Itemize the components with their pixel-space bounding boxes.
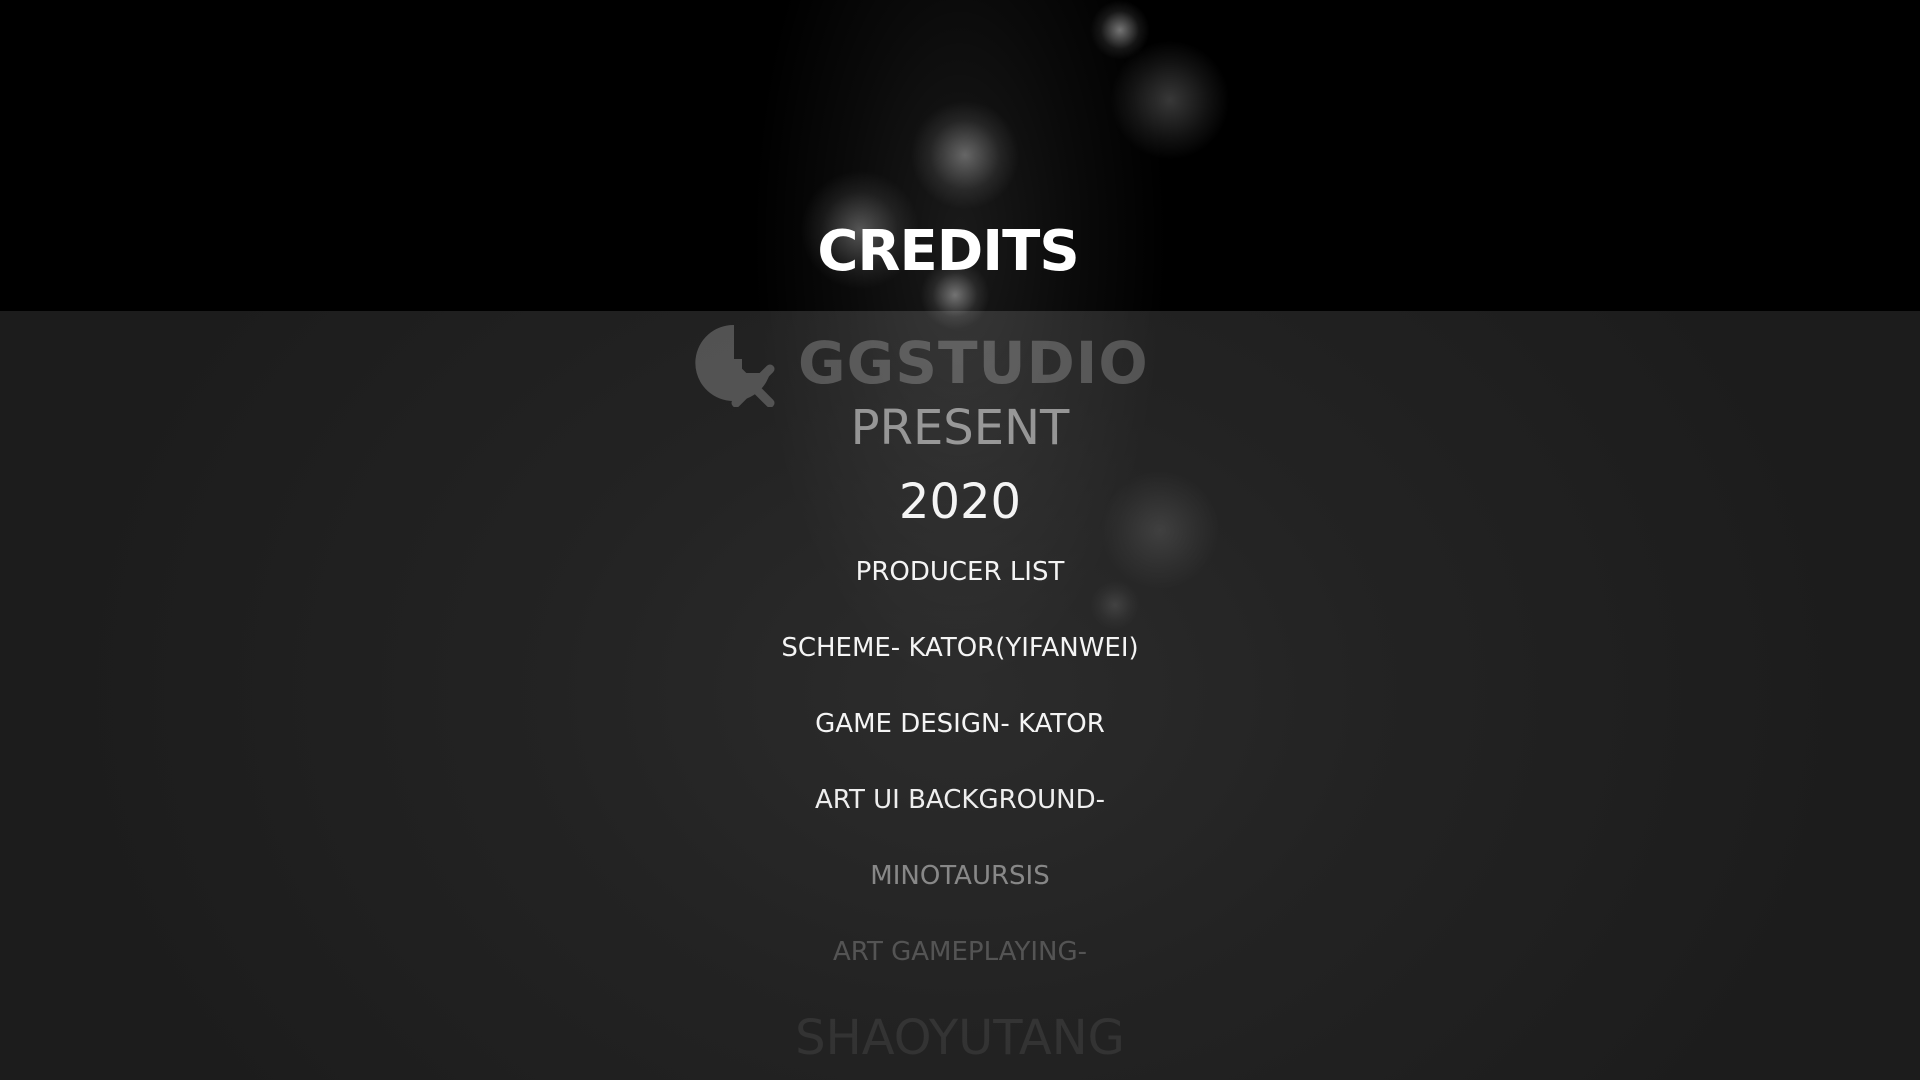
ggstudio-logo-icon: [695, 324, 775, 407]
credit-scheme: SCHEME- KATOR(YIFANWEI): [781, 633, 1139, 663]
light-orb: [910, 100, 1020, 210]
credit-year: 2020: [898, 474, 1022, 530]
page-title: CREDITS: [817, 219, 1079, 284]
credit-art-ui-background-name: MINOTAURSIS: [870, 861, 1050, 891]
credit-art-ui-background: ART UI BACKGROUND-: [815, 785, 1105, 815]
credit-art-gameplaying-name: SHAOYUTANG: [795, 1010, 1125, 1066]
studio-name: GGSTUDIO: [798, 329, 1149, 397]
credit-game-design: GAME DESIGN- KATOR: [815, 709, 1105, 739]
credit-art-gameplaying: ART GAMEPLAYING-: [833, 937, 1087, 967]
credit-producer-list: PRODUCER LIST: [855, 557, 1065, 587]
credits-screen: CREDITS GGSTUDIO PRESENT 2020 PRODUCER L…: [0, 0, 1920, 1080]
light-orb: [1090, 0, 1150, 60]
credit-present: PRESENT: [850, 400, 1070, 456]
studio-brand: GGSTUDIO: [690, 318, 1149, 408]
light-orb: [1110, 40, 1230, 160]
